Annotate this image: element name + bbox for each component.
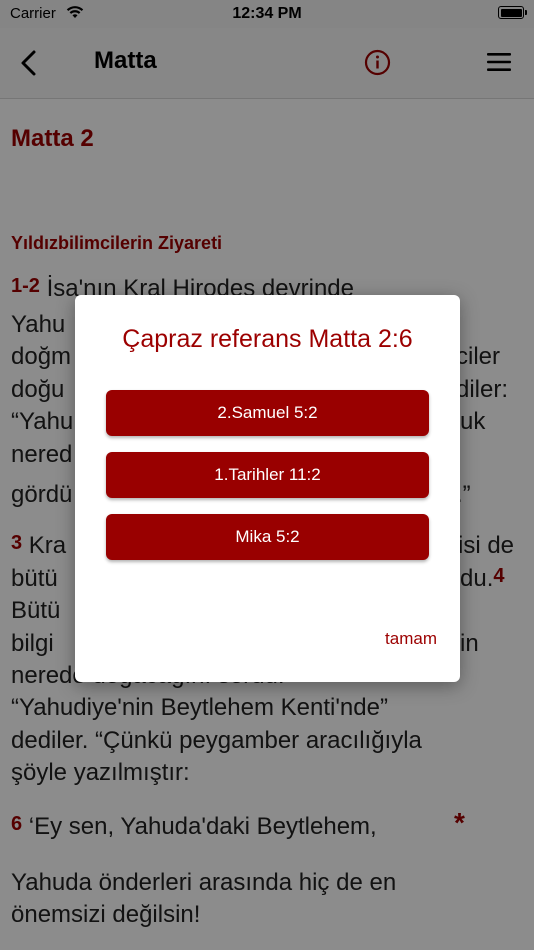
cross-reference-dialog: Çapraz referans Matta 2:6 2.Samuel 5:2 1… bbox=[75, 295, 460, 682]
reference-button-2-samuel[interactable]: 2.Samuel 5:2 bbox=[106, 390, 429, 436]
ok-button[interactable]: tamam bbox=[385, 629, 437, 649]
dialog-title: Çapraz referans Matta 2:6 bbox=[122, 325, 413, 353]
reference-button-1-tarihler[interactable]: 1.Tarihler 11:2 bbox=[106, 452, 429, 498]
reference-button-mika[interactable]: Mika 5:2 bbox=[106, 514, 429, 560]
